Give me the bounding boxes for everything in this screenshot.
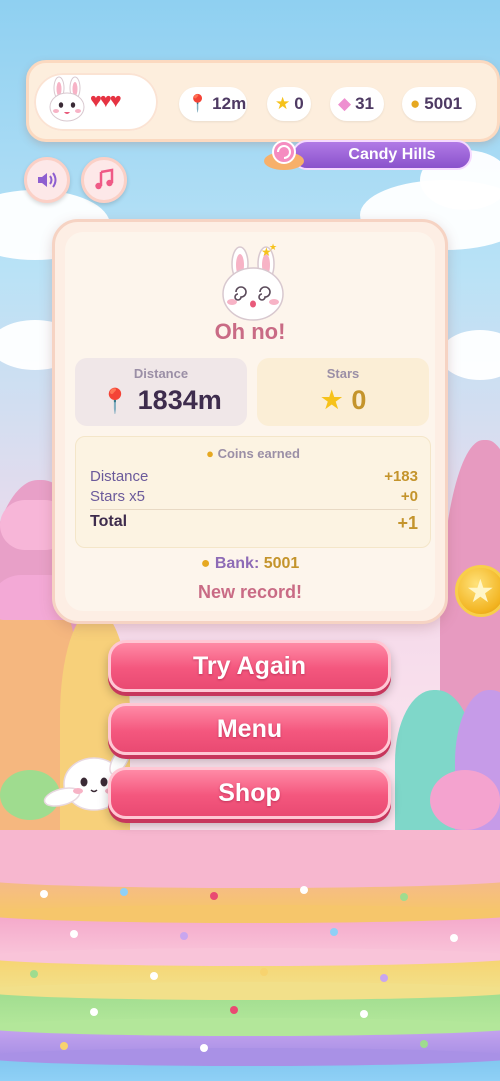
bank-label: Bank: [214, 555, 260, 572]
avatar [49, 76, 85, 122]
list-item: Distance +183 [90, 468, 418, 485]
star-icon: ★ [319, 385, 344, 415]
stars-stat-label: Stars [326, 366, 360, 381]
sad-bunny-icon: ★ ★ [222, 242, 284, 321]
coins-counter: ● 5001 [402, 87, 476, 121]
coins-earned-panel: ● Coins earned Distance +183 Stars x5 +0… [75, 436, 431, 548]
bank-value: 5001 [263, 555, 300, 572]
gem-icon: ◆ [338, 94, 352, 113]
gumdrop [430, 770, 500, 830]
bank-balance: ● Bank: 5001 [55, 555, 445, 573]
music-note-icon [95, 168, 114, 190]
new-record-text: New record! [197, 582, 303, 602]
star-icon: ★ [275, 94, 291, 113]
coin-icon: ● [200, 555, 211, 572]
try-again-button[interactable]: Try Again [108, 640, 391, 692]
divider [90, 509, 418, 510]
level-badge: Candy Hills [262, 137, 472, 171]
row-value: +183 [384, 468, 418, 485]
lives-hearts: ♥♥♥ [90, 90, 122, 112]
row-label: Distance [90, 468, 149, 485]
coin-icon: ● [206, 446, 214, 461]
total-row: Total +1 [90, 513, 418, 534]
menu-button[interactable]: Menu [108, 703, 391, 755]
row-value: +0 [400, 488, 418, 505]
music-toggle-button[interactable] [81, 157, 127, 203]
level-name: Candy Hills [292, 140, 472, 170]
shop-button[interactable]: Shop [108, 767, 391, 819]
map-pin-icon: 📍 [100, 388, 131, 415]
gems-counter: ◆ 31 [330, 87, 384, 121]
speaker-icon [38, 172, 57, 188]
total-label: Total [90, 513, 128, 530]
stars-stat-value: 0 [351, 385, 367, 415]
distance-stat-label: Distance [133, 366, 189, 381]
coin-icon: ● [410, 94, 421, 113]
distance-stat-value: 1834m [137, 385, 222, 415]
gems-value: 31 [355, 94, 374, 113]
row-label: Stars x5 [90, 488, 146, 505]
list-item: Stars x5 +0 [90, 488, 418, 505]
sound-toggle-button[interactable] [24, 157, 70, 203]
distance-counter: 📍 12m [179, 87, 247, 121]
distance-value: 12m [212, 94, 247, 113]
stars-counter: ★ 0 [267, 87, 311, 121]
coins-earned-label: Coins earned [217, 446, 300, 461]
total-value: +1 [397, 513, 418, 533]
top-hud: ♥♥♥ 📍 12m ★ 0 ◆ 31 ● 5001 [26, 60, 500, 142]
stars-stat: Stars ★ 0 [257, 358, 429, 426]
stars-value: 0 [294, 94, 304, 113]
svg-text:★: ★ [269, 242, 277, 252]
star-coin-pickup: ★ [455, 565, 500, 617]
game-over-panel: ★ ★ Oh no! Distance 📍 1834m Stars ★ 0 ● … [52, 219, 448, 624]
star-icon: ★ [466, 573, 495, 609]
coins-value: 5001 [424, 94, 463, 113]
map-pin-icon: 📍 [187, 94, 209, 113]
player-status: ♥♥♥ [34, 73, 158, 131]
candy-icon [264, 140, 304, 170]
game-over-title: Oh no! [214, 319, 286, 344]
candy-ground [0, 830, 500, 1081]
distance-stat: Distance 📍 1834m [75, 358, 247, 426]
